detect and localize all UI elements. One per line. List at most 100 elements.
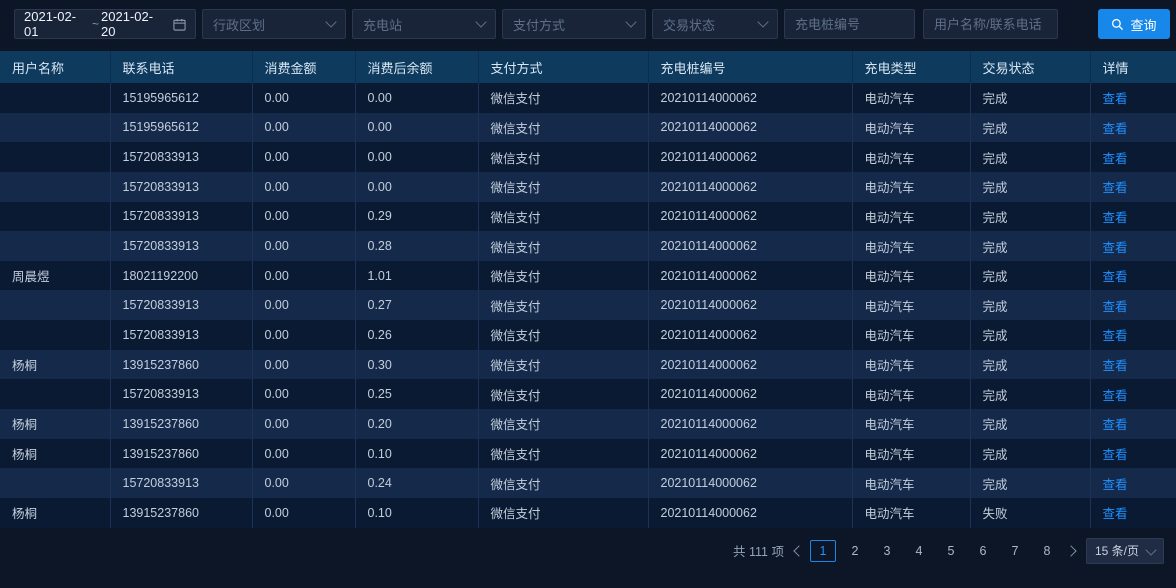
table-row: 157208339130.000.00微信支付20210114000062电动汽… (0, 142, 1176, 172)
end-date-value[interactable]: 2021-02-20 (101, 9, 167, 39)
page-list: 12345678 (810, 540, 1060, 562)
station-select[interactable]: 充电站 (352, 9, 496, 39)
cell-status: 完成 (970, 350, 1090, 380)
next-page-icon[interactable] (1065, 545, 1076, 556)
cell-status: 完成 (970, 83, 1090, 113)
table-row: 杨桐139152378600.000.10微信支付20210114000062电… (0, 498, 1176, 528)
cell-amount: 0.00 (252, 350, 355, 380)
cell-user-name (0, 142, 110, 172)
view-details-link[interactable]: 查看 (1103, 241, 1128, 255)
user-search-input[interactable] (934, 17, 1047, 32)
cell-amount: 0.00 (252, 172, 355, 202)
page-button-2[interactable]: 2 (842, 540, 868, 562)
table-row: 周晨煜180211922000.001.01微信支付20210114000062… (0, 261, 1176, 291)
cell-pile-number: 20210114000062 (648, 113, 852, 143)
cell-balance: 0.10 (355, 498, 478, 528)
table-row: 157208339130.000.28微信支付20210114000062电动汽… (0, 231, 1176, 261)
cell-details: 查看 (1090, 142, 1176, 172)
cell-amount: 0.00 (252, 468, 355, 498)
column-header: 交易状态 (970, 51, 1090, 83)
cell-balance: 0.25 (355, 379, 478, 409)
view-details-link[interactable]: 查看 (1103, 418, 1128, 432)
view-details-link[interactable]: 查看 (1103, 122, 1128, 136)
page-size-select[interactable]: 15 条/页 (1086, 538, 1164, 564)
cell-balance: 0.29 (355, 202, 478, 232)
cell-details: 查看 (1090, 172, 1176, 202)
table-row: 151959656120.000.00微信支付20210114000062电动汽… (0, 83, 1176, 113)
search-icon (1111, 18, 1124, 31)
cell-status: 完成 (970, 320, 1090, 350)
pile-number-field (784, 9, 915, 39)
page-button-8[interactable]: 8 (1034, 540, 1060, 562)
view-details-link[interactable]: 查看 (1103, 270, 1128, 284)
cell-user-name: 杨桐 (0, 498, 110, 528)
date-separator: ~ (90, 17, 101, 31)
cell-status: 完成 (970, 172, 1090, 202)
page-button-4[interactable]: 4 (906, 540, 932, 562)
view-details-link[interactable]: 查看 (1103, 211, 1128, 225)
view-details-link[interactable]: 查看 (1103, 359, 1128, 373)
start-date-value[interactable]: 2021-02-01 (24, 9, 90, 39)
table-row: 157208339130.000.29微信支付20210114000062电动汽… (0, 202, 1176, 232)
prev-page-icon[interactable] (793, 545, 804, 556)
page-button-1[interactable]: 1 (810, 540, 836, 562)
cell-amount: 0.00 (252, 231, 355, 261)
view-details-link[interactable]: 查看 (1103, 152, 1128, 166)
cell-charge-type: 电动汽车 (852, 409, 970, 439)
header-row: 用户名称联系电话消费金额消费后余额支付方式充电桩编号充电类型交易状态详情 (0, 51, 1176, 83)
cell-status: 完成 (970, 439, 1090, 469)
view-details-link[interactable]: 查看 (1103, 478, 1128, 492)
cell-user-name: 杨桐 (0, 409, 110, 439)
cell-amount: 0.00 (252, 113, 355, 143)
cell-balance: 0.00 (355, 113, 478, 143)
page-button-5[interactable]: 5 (938, 540, 964, 562)
cell-phone: 13915237860 (110, 439, 252, 469)
region-select[interactable]: 行政区划 (202, 9, 346, 39)
cell-payment-method: 微信支付 (478, 172, 648, 202)
cell-details: 查看 (1090, 498, 1176, 528)
user-search-field (923, 9, 1058, 39)
table-row: 杨桐139152378600.000.30微信支付20210114000062电… (0, 350, 1176, 380)
cell-charge-type: 电动汽车 (852, 290, 970, 320)
table-row: 杨桐139152378600.000.20微信支付20210114000062电… (0, 409, 1176, 439)
cell-pile-number: 20210114000062 (648, 290, 852, 320)
view-details-link[interactable]: 查看 (1103, 389, 1128, 403)
cell-payment-method: 微信支付 (478, 202, 648, 232)
view-details-link[interactable]: 查看 (1103, 300, 1128, 314)
cell-balance: 0.26 (355, 320, 478, 350)
cell-payment-method: 微信支付 (478, 439, 648, 469)
page-button-7[interactable]: 7 (1002, 540, 1028, 562)
cell-details: 查看 (1090, 468, 1176, 498)
transaction-status-select[interactable]: 交易状态 (652, 9, 778, 39)
view-details-link[interactable]: 查看 (1103, 329, 1128, 343)
payment-method-select[interactable]: 支付方式 (502, 9, 646, 39)
view-details-link[interactable]: 查看 (1103, 448, 1128, 462)
cell-charge-type: 电动汽车 (852, 379, 970, 409)
page-button-3[interactable]: 3 (874, 540, 900, 562)
region-select-placeholder: 行政区划 (213, 15, 265, 34)
cell-amount: 0.00 (252, 142, 355, 172)
cell-amount: 0.00 (252, 290, 355, 320)
view-details-link[interactable]: 查看 (1103, 507, 1128, 521)
cell-details: 查看 (1090, 379, 1176, 409)
cell-pile-number: 20210114000062 (648, 261, 852, 291)
date-range-picker[interactable]: 2021-02-01 ~ 2021-02-20 (14, 9, 196, 39)
cell-charge-type: 电动汽车 (852, 142, 970, 172)
cell-payment-method: 微信支付 (478, 83, 648, 113)
page-button-6[interactable]: 6 (970, 540, 996, 562)
cell-charge-type: 电动汽车 (852, 498, 970, 528)
cell-charge-type: 电动汽车 (852, 261, 970, 291)
view-details-link[interactable]: 查看 (1103, 92, 1128, 106)
cell-charge-type: 电动汽车 (852, 83, 970, 113)
column-header: 用户名称 (0, 51, 110, 83)
cell-status: 完成 (970, 379, 1090, 409)
cell-balance: 0.27 (355, 290, 478, 320)
cell-charge-type: 电动汽车 (852, 231, 970, 261)
chevron-down-icon (325, 16, 336, 27)
search-button[interactable]: 查询 (1098, 9, 1170, 39)
cell-amount: 0.00 (252, 409, 355, 439)
cell-user-name (0, 290, 110, 320)
view-details-link[interactable]: 查看 (1103, 181, 1128, 195)
transactions-table: 用户名称联系电话消费金额消费后余额支付方式充电桩编号充电类型交易状态详情 151… (0, 51, 1176, 528)
pile-number-input[interactable] (795, 17, 904, 32)
